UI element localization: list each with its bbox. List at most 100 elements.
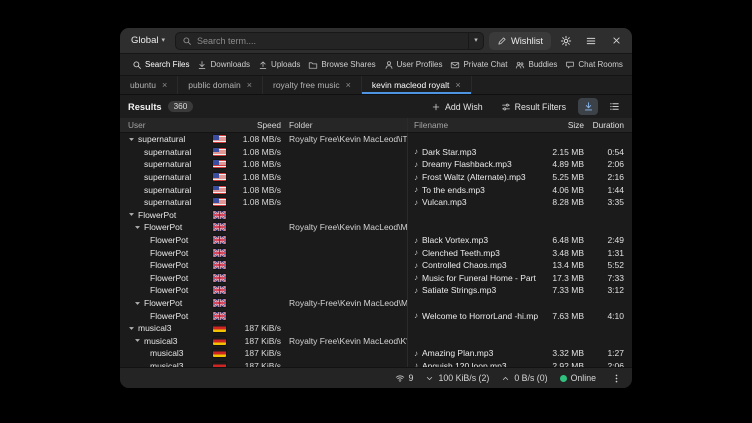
user-name: FlowerPot (138, 210, 176, 220)
file-row[interactable]: musical3187 KiB/s♪Anguish 120 loop.mp32.… (120, 360, 632, 367)
flag-gb-icon (213, 312, 226, 320)
music-note-icon: ♪ (414, 173, 418, 182)
flag-us-icon (213, 173, 226, 181)
user-row[interactable]: FlowerPot (120, 209, 632, 222)
statusbar-menu-button[interactable] (608, 370, 624, 386)
toolbar-tab-browse-shares[interactable]: Browse Shares (304, 54, 379, 75)
close-tab-icon[interactable]: × (162, 81, 167, 90)
flag-de-icon (213, 349, 226, 357)
size-cell: 8.28 MB (538, 196, 584, 209)
file-row[interactable]: supernatural1.08 MB/s♪Vulcan.mp38.28 MB3… (120, 196, 632, 209)
folder-cell (281, 196, 407, 209)
search-tab-public-domain[interactable]: public domain× (178, 76, 263, 94)
user-row[interactable]: musical3187 KiB/s (120, 322, 632, 335)
size-cell: 4.89 MB (538, 158, 584, 171)
speed-cell: 1.08 MB/s (235, 171, 281, 184)
close-tab-icon[interactable]: × (247, 81, 252, 90)
user-name: supernatural (144, 147, 191, 157)
user-row[interactable]: FlowerPotRoyalty Free\Kevin MacLeod\Musi… (120, 221, 632, 234)
user-name: FlowerPot (150, 311, 188, 321)
filename-cell: Frost Waltz (Alternate).mp3 (422, 172, 526, 182)
file-row[interactable]: musical3187 KiB/s♪Amazing Plan.mp33.32 M… (120, 347, 632, 360)
user-name: musical3 (150, 348, 184, 358)
toolbar-tab-user-profiles[interactable]: User Profiles (380, 54, 447, 75)
file-row[interactable]: FlowerPot♪Black Vortex.mp36.48 MB2:49 (120, 234, 632, 247)
expander-icon[interactable] (128, 211, 138, 218)
expander-icon[interactable] (134, 224, 144, 231)
file-row[interactable]: FlowerPot♪Satiate Strings.mp37.33 MB3:12 (120, 284, 632, 297)
toolbar-tab-uploads[interactable]: Uploads (254, 54, 304, 75)
filename-cell: Welcome to HorrorLand -hi.mp3 (422, 311, 538, 321)
file-row[interactable]: FlowerPot♪Clenched Teeth.mp33.48 MB1:31 (120, 246, 632, 259)
user-row[interactable]: supernatural1.08 MB/sRoyalty Free\Kevin … (120, 133, 632, 146)
file-row[interactable]: supernatural1.08 MB/s♪Frost Waltz (Alter… (120, 171, 632, 184)
grouping-mode-toggle[interactable] (604, 98, 624, 115)
search-tab-royalty-free-music[interactable]: royalty free music× (263, 76, 362, 94)
table-header: User Speed Folder Filename Size Duration (120, 118, 632, 133)
header-folder[interactable]: Folder (281, 118, 407, 132)
file-row[interactable]: FlowerPot♪Music for Funeral Home - Part … (120, 272, 632, 285)
duration-cell: 1:44 (584, 183, 632, 196)
result-filters-button[interactable]: Result Filters (495, 100, 572, 114)
file-row[interactable]: supernatural1.08 MB/s♪To the ends.mp34.0… (120, 183, 632, 196)
size-cell: 2.92 MB (538, 360, 584, 367)
toolbar-tab-downloads[interactable]: Downloads (193, 54, 254, 75)
caret-down-icon: ▾ (161, 37, 165, 44)
size-cell (538, 335, 584, 348)
upload-status[interactable]: 0 B/s (0) (501, 373, 547, 383)
close-tab-icon[interactable]: × (346, 81, 351, 90)
user-row[interactable]: FlowerPotRoyalty-Free\Kevin MacLeod\Musi… (120, 297, 632, 310)
toolbar-tab-private-chat[interactable]: Private Chat (446, 54, 511, 75)
preferences-button[interactable] (556, 31, 576, 51)
kebab-menu-icon (611, 373, 622, 384)
connection-status[interactable]: 9 (395, 373, 414, 383)
header-user[interactable]: User (120, 118, 213, 132)
speed-cell (235, 209, 281, 222)
folder-cell (281, 360, 407, 367)
expander-icon[interactable] (128, 136, 138, 143)
folder-cell (281, 171, 407, 184)
header-speed[interactable]: Speed (235, 118, 281, 132)
download-status[interactable]: 100 KiB/s (2) (425, 373, 489, 383)
scope-dropdown[interactable]: Global ▾ (126, 33, 170, 48)
wishlist-button[interactable]: Wishlist (489, 32, 551, 50)
expander-icon[interactable] (134, 300, 144, 307)
size-cell: 5.25 MB (538, 171, 584, 184)
wishlist-label: Wishlist (511, 36, 543, 46)
search-tab-kevin-macleod-royalt[interactable]: kevin macleod royalt× (362, 76, 472, 94)
flag-de-icon (213, 324, 226, 332)
toolbar-tab-buddies[interactable]: Buddies (511, 54, 561, 75)
expander-icon[interactable] (134, 337, 144, 344)
search-history-dropdown[interactable]: ▾ (468, 32, 484, 50)
flag-gb-icon (213, 249, 226, 257)
header-size[interactable]: Size (538, 118, 584, 132)
add-wish-button[interactable]: Add Wish (425, 100, 489, 114)
search-icon (132, 60, 142, 70)
file-row[interactable]: supernatural1.08 MB/s♪Dreamy Flashback.m… (120, 158, 632, 171)
buddies-icon (515, 60, 525, 70)
search-tab-ubuntu[interactable]: ubuntu× (120, 76, 178, 94)
duration-cell (584, 133, 632, 146)
search-entry[interactable] (175, 32, 468, 50)
user-name: supernatural (144, 185, 191, 195)
table-body: supernatural 1.08 MB/s Royalty Free\Kevin … (120, 133, 632, 367)
search-input[interactable] (197, 36, 462, 46)
user-name: FlowerPot (150, 235, 188, 245)
header-filename[interactable]: Filename (407, 118, 538, 132)
user-row[interactable]: musical3187 KiB/sRoyalty Free\Kevin MacL… (120, 335, 632, 348)
file-row[interactable]: FlowerPot♪Welcome to HorrorLand -hi.mp37… (120, 309, 632, 322)
expander-icon[interactable] (128, 325, 138, 332)
online-status[interactable]: Online (560, 373, 596, 383)
size-cell (538, 297, 584, 310)
flag-gb-icon (213, 286, 226, 294)
toolbar-tab-chat-rooms[interactable]: Chat Rooms (561, 54, 626, 75)
file-row[interactable]: supernatural1.08 MB/s♪Dark Star.mp32.15 … (120, 146, 632, 159)
close-button[interactable] (606, 31, 626, 51)
toolbar-tab-search-files[interactable]: Search Files (128, 54, 193, 75)
close-tab-icon[interactable]: × (455, 81, 460, 90)
file-row[interactable]: FlowerPot♪Controlled Chaos.mp313.4 MB5:5… (120, 259, 632, 272)
expand-collapse-toggle[interactable] (578, 98, 598, 115)
folder-cell: Royalty Free\Kevin MacLeod\Music\ (281, 221, 407, 234)
header-duration[interactable]: Duration (584, 118, 632, 132)
menu-button[interactable] (581, 31, 601, 51)
